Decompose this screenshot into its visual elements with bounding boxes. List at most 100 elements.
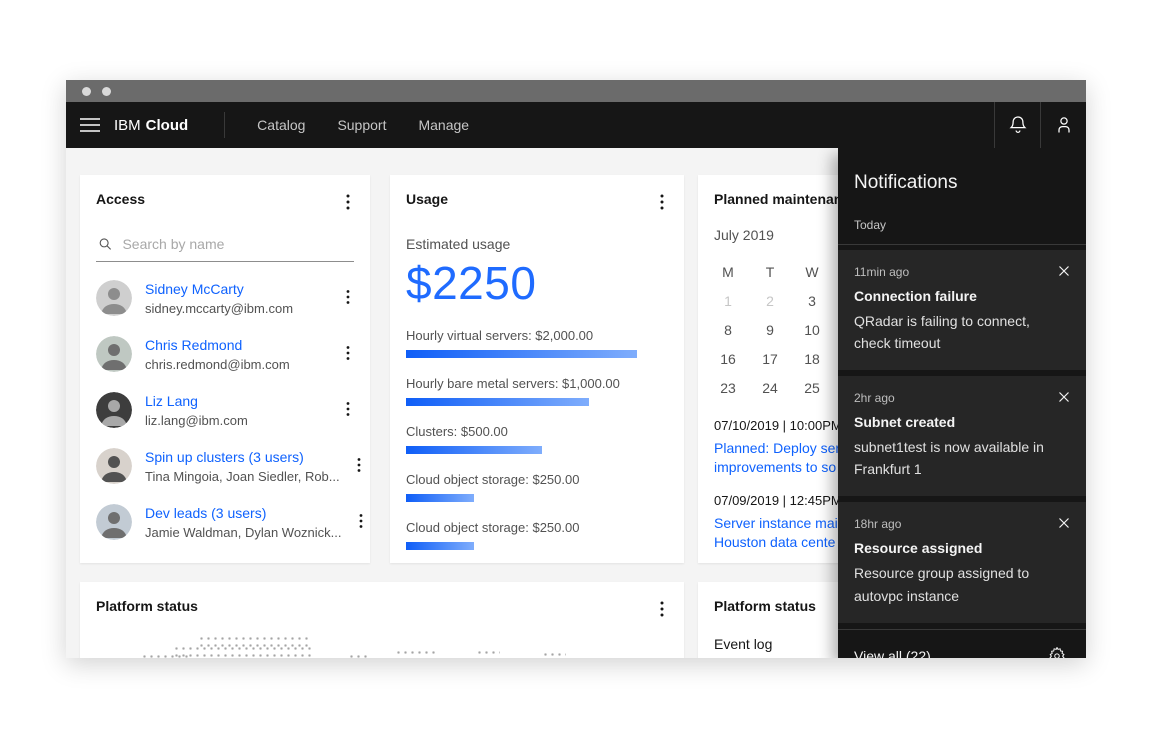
group-members: Tina Mingoia, Joan Siedler, Rob...: [145, 469, 340, 484]
usage-subtitle: Estimated usage: [406, 236, 668, 252]
notification-body: subnet1test is now available in Frankfur…: [854, 436, 1054, 480]
access-card: Access Sidney McCarty sidney.mccarty@ibm…: [80, 175, 370, 563]
usage-metric: Clusters: $500.00: [406, 424, 668, 454]
nav-item-catalog[interactable]: Catalog: [241, 102, 321, 148]
metric-bar: [406, 350, 637, 358]
app-window: IBM Cloud Catalog Support Manage: [66, 80, 1086, 658]
notifications-panel: Notifications Today 11min ago Connection…: [838, 148, 1086, 658]
metric-label: Cloud object storage: $250.00: [406, 520, 668, 535]
avatar: [96, 392, 132, 428]
calendar-day[interactable]: 24: [756, 373, 784, 402]
notifications-group-label: Today: [854, 218, 1070, 232]
gear-icon: [1048, 646, 1066, 658]
calendar-day[interactable]: 1: [714, 286, 742, 315]
close-icon[interactable]: [1056, 389, 1072, 408]
view-all-link[interactable]: View all (22): [854, 648, 931, 658]
nav-menu: Catalog Support Manage: [241, 102, 485, 148]
notification-body: QRadar is failing to connect, check time…: [854, 310, 1054, 354]
usage-metric: Cloud object storage: $250.00: [406, 472, 668, 502]
user-email: sidney.mccarty@ibm.com: [145, 301, 293, 316]
calendar-day[interactable]: 17: [756, 344, 784, 373]
usage-overflow-menu-icon[interactable]: [656, 191, 668, 216]
nav-item-manage[interactable]: Manage: [402, 102, 485, 148]
group-name-link[interactable]: Spin up clusters (3 users): [145, 449, 340, 465]
user-row: Dev leads (3 users) Jamie Waldman, Dylan…: [80, 494, 370, 550]
calendar-day[interactable]: 2: [756, 286, 784, 315]
calendar-day[interactable]: 8: [714, 315, 742, 344]
notification-body: Resource group assigned to autovpc insta…: [854, 562, 1054, 606]
avatar: [96, 280, 132, 316]
user-icon: [1054, 115, 1074, 135]
notifications-bell-button[interactable]: [994, 102, 1040, 148]
usage-card: Usage Estimated usage $2250 Hourly virtu…: [390, 175, 684, 563]
user-overflow-menu-icon[interactable]: [355, 511, 367, 534]
calendar-day[interactable]: 23: [714, 373, 742, 402]
calendar-day-header: M: [714, 257, 742, 286]
account-button[interactable]: [1040, 102, 1086, 148]
brand-logo[interactable]: IBM Cloud: [114, 102, 188, 148]
user-overflow-menu-icon[interactable]: [342, 287, 354, 310]
nav-divider: [224, 112, 225, 138]
calendar-day[interactable]: 16: [714, 344, 742, 373]
user-overflow-menu-icon[interactable]: [342, 343, 354, 366]
notification-item: 18hr ago Resource assigned Resource grou…: [838, 502, 1086, 622]
user-name-link[interactable]: Chris Redmond: [145, 337, 290, 353]
calendar-day-header: T: [756, 257, 784, 286]
window-control-dot[interactable]: [102, 87, 111, 96]
calendar-day[interactable]: 3: [798, 286, 826, 315]
metric-bar: [406, 398, 589, 406]
calendar-day[interactable]: 25: [798, 373, 826, 402]
metric-bar: [406, 494, 474, 502]
platform-status-overflow-menu-icon[interactable]: [656, 598, 668, 623]
platform-status-title: Platform status: [96, 598, 198, 614]
search-input[interactable]: [122, 236, 354, 252]
user-list: Sidney McCarty sidney.mccarty@ibm.com Ch…: [80, 270, 370, 550]
metric-label: Clusters: $500.00: [406, 424, 668, 439]
close-icon[interactable]: [1056, 263, 1072, 282]
user-email: chris.redmond@ibm.com: [145, 357, 290, 372]
platform-status-title: Platform status: [714, 598, 816, 614]
group-name-link[interactable]: Dev leads (3 users): [145, 505, 342, 521]
calendar-day-header: W: [798, 257, 826, 286]
notification-title: Resource assigned: [854, 540, 1070, 556]
notification-item: 11min ago Connection failure QRadar is f…: [838, 250, 1086, 370]
notification-title: Subnet created: [854, 414, 1070, 430]
calendar-day[interactable]: 9: [756, 315, 784, 344]
search-field[interactable]: [96, 228, 354, 262]
access-overflow-menu-icon[interactable]: [342, 191, 354, 216]
close-icon[interactable]: [1056, 515, 1072, 534]
user-overflow-menu-icon[interactable]: [353, 455, 365, 478]
access-card-title: Access: [96, 191, 145, 207]
notifications-title: Notifications: [854, 172, 1070, 194]
user-overflow-menu-icon[interactable]: [342, 399, 354, 422]
metric-label: Cloud object storage: $250.00: [406, 472, 668, 487]
user-row: Liz Lang liz.lang@ibm.com: [80, 382, 370, 438]
nav-item-support[interactable]: Support: [321, 102, 402, 148]
search-icon: [98, 236, 112, 252]
notification-settings-button[interactable]: [1044, 644, 1070, 658]
top-nav: IBM Cloud Catalog Support Manage: [66, 102, 1086, 148]
metric-bar: [406, 446, 542, 454]
user-name-link[interactable]: Liz Lang: [145, 393, 248, 409]
calendar-day[interactable]: 10: [798, 315, 826, 344]
window-control-dot[interactable]: [82, 87, 91, 96]
platform-status-map-card: Platform status: [80, 582, 684, 658]
user-email: liz.lang@ibm.com: [145, 413, 248, 428]
usage-metric: Hourly bare metal servers: $1,000.00: [406, 376, 668, 406]
notification-time: 2hr ago: [854, 391, 1070, 405]
notification-item: 2hr ago Subnet created subnet1test is no…: [838, 376, 1086, 496]
metric-label: Hourly virtual servers: $2,000.00: [406, 328, 668, 343]
avatar: [96, 504, 132, 540]
metric-bar: [406, 542, 474, 550]
notifications-header: Notifications Today: [838, 148, 1086, 245]
usage-metric: Hourly virtual servers: $2,000.00: [406, 328, 668, 358]
metric-label: Hourly bare metal servers: $1,000.00: [406, 376, 668, 391]
menu-icon[interactable]: [66, 102, 114, 148]
notifications-footer: View all (22): [838, 629, 1086, 658]
user-name-link[interactable]: Sidney McCarty: [145, 281, 293, 297]
window-titlebar: [66, 80, 1086, 102]
world-dot-map: [80, 631, 684, 658]
brand-bold: Cloud: [146, 117, 189, 134]
brand-prefix: IBM: [114, 117, 141, 134]
calendar-day[interactable]: 18: [798, 344, 826, 373]
